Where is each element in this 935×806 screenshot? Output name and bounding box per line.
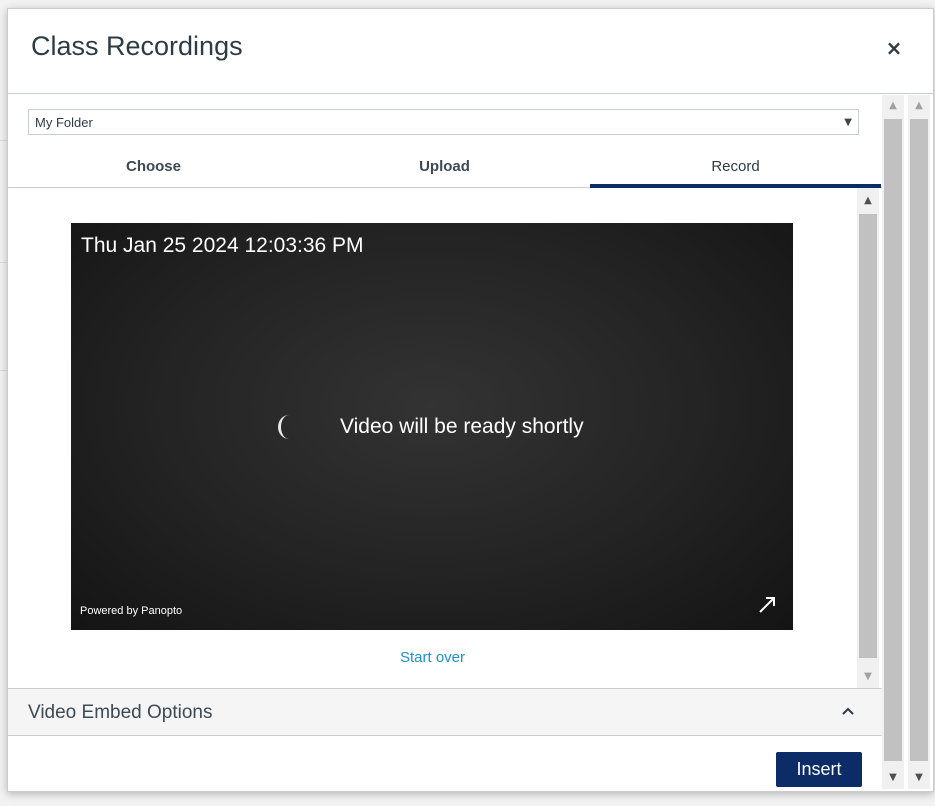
expand-icon[interactable] [757,593,779,615]
folder-select[interactable]: My Folder ▼ [28,109,859,135]
insert-button[interactable]: Insert [776,752,862,787]
scroll-up-arrow-icon[interactable]: ▲ [857,192,879,210]
loading-spinner-icon [278,415,300,439]
folder-select-value: My Folder [35,115,93,130]
scroll-up-arrow-icon[interactable]: ▲ [882,97,904,115]
dialog-title: Class Recordings [31,31,243,61]
scrollbar-thumb[interactable] [859,214,877,658]
chevron-up-icon[interactable] [838,701,858,721]
outer-scrollbar[interactable]: ▲ ▼ [882,95,904,789]
caret-down-icon: ▼ [844,117,852,128]
start-over-link[interactable]: Start over [8,649,857,666]
video-timestamp: Thu Jan 25 2024 12:03:36 PM [81,234,364,257]
record-content: Thu Jan 25 2024 12:03:36 PM Video will b… [8,188,882,688]
embed-options-label: Video Embed Options [28,702,213,723]
video-status-text: Video will be ready shortly [340,415,584,438]
scroll-up-arrow-icon[interactable]: ▲ [908,97,930,115]
recordings-panel: My Folder ▼ Choose Upload Record Thu Jan… [8,95,882,736]
scrollbar-thumb[interactable] [884,119,902,761]
tab-choose[interactable]: Choose [8,145,299,187]
close-button[interactable]: × [882,37,906,61]
tab-bar: Choose Upload Record [8,145,882,188]
class-recordings-dialog: Class Recordings × My Folder ▼ Choose Up… [7,8,934,792]
video-embed-options-section[interactable]: Video Embed Options [8,688,882,736]
tab-upload[interactable]: Upload [299,145,590,187]
scroll-down-arrow-icon[interactable]: ▼ [882,769,904,787]
scroll-down-arrow-icon[interactable]: ▼ [857,668,879,686]
dialog-header: Class Recordings × [8,9,933,94]
inner-scrollbar[interactable]: ▲ ▼ [857,188,879,688]
scrollbar-thumb[interactable] [910,119,928,761]
tab-record[interactable]: Record [590,145,881,188]
divider [0,140,7,141]
divider [0,370,7,371]
scroll-down-arrow-icon[interactable]: ▼ [908,769,930,787]
video-preview[interactable]: Thu Jan 25 2024 12:03:36 PM Video will b… [71,223,793,630]
outer-scrollbar-secondary[interactable]: ▲ ▼ [908,95,930,789]
divider [0,262,7,263]
powered-by-label: Powered by Panopto [80,605,183,617]
